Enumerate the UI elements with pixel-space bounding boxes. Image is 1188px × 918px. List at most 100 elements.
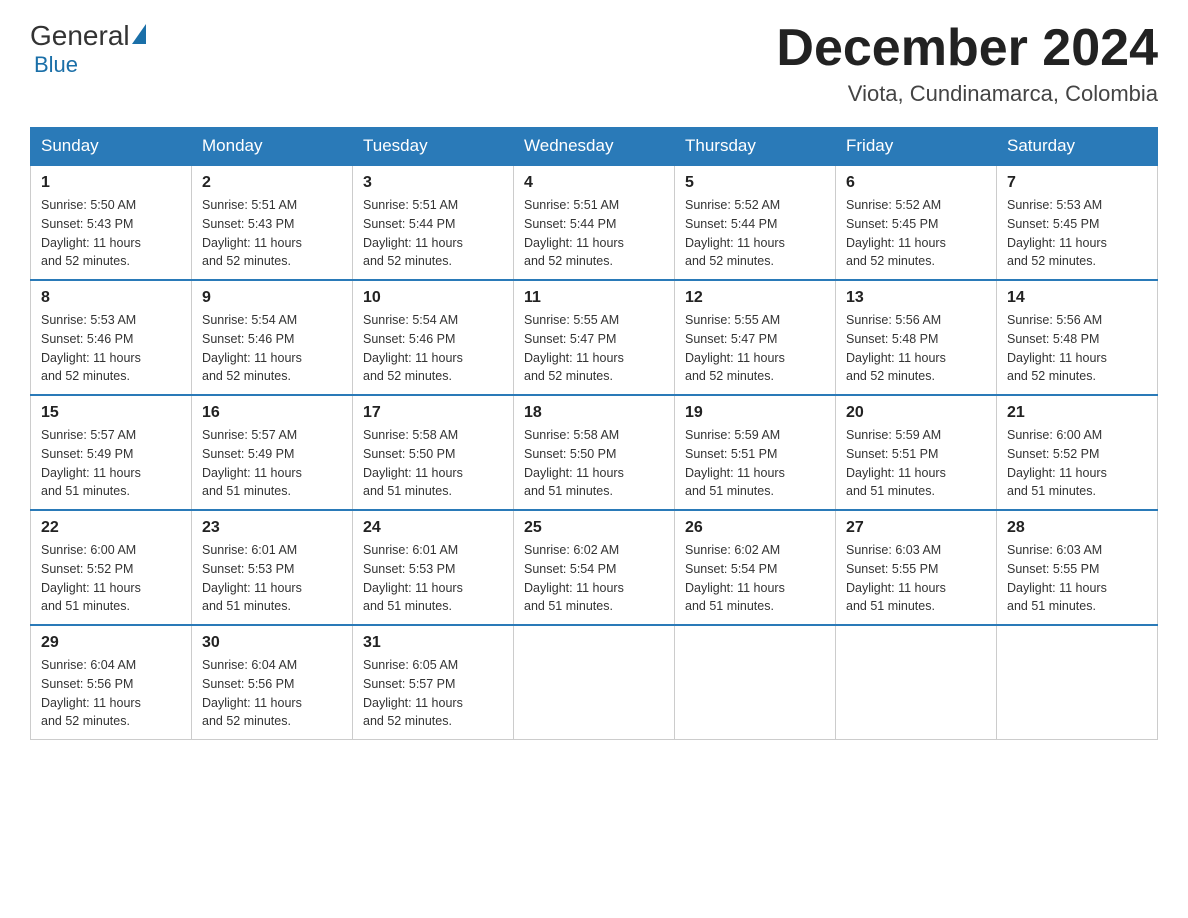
- page-header: General Blue December 2024 Viota, Cundin…: [30, 20, 1158, 107]
- column-header-tuesday: Tuesday: [353, 128, 514, 166]
- day-info: Sunrise: 6:01 AM Sunset: 5:53 PM Dayligh…: [363, 541, 503, 616]
- calendar-cell: [836, 625, 997, 740]
- day-info: Sunrise: 5:56 AM Sunset: 5:48 PM Dayligh…: [846, 311, 986, 386]
- calendar-week-row: 8 Sunrise: 5:53 AM Sunset: 5:46 PM Dayli…: [31, 280, 1158, 395]
- day-info: Sunrise: 5:54 AM Sunset: 5:46 PM Dayligh…: [202, 311, 342, 386]
- day-info: Sunrise: 5:58 AM Sunset: 5:50 PM Dayligh…: [524, 426, 664, 501]
- day-number: 22: [41, 519, 181, 537]
- day-number: 15: [41, 404, 181, 422]
- calendar-cell: 7 Sunrise: 5:53 AM Sunset: 5:45 PM Dayli…: [997, 165, 1158, 280]
- day-number: 18: [524, 404, 664, 422]
- day-number: 16: [202, 404, 342, 422]
- day-info: Sunrise: 5:56 AM Sunset: 5:48 PM Dayligh…: [1007, 311, 1147, 386]
- calendar-cell: 11 Sunrise: 5:55 AM Sunset: 5:47 PM Dayl…: [514, 280, 675, 395]
- day-number: 3: [363, 174, 503, 192]
- location: Viota, Cundinamarca, Colombia: [776, 81, 1158, 107]
- calendar-cell: 6 Sunrise: 5:52 AM Sunset: 5:45 PM Dayli…: [836, 165, 997, 280]
- column-header-thursday: Thursday: [675, 128, 836, 166]
- day-number: 20: [846, 404, 986, 422]
- day-number: 28: [1007, 519, 1147, 537]
- calendar-week-row: 29 Sunrise: 6:04 AM Sunset: 5:56 PM Dayl…: [31, 625, 1158, 740]
- day-number: 17: [363, 404, 503, 422]
- day-info: Sunrise: 5:52 AM Sunset: 5:44 PM Dayligh…: [685, 196, 825, 271]
- calendar-cell: 2 Sunrise: 5:51 AM Sunset: 5:43 PM Dayli…: [192, 165, 353, 280]
- calendar-cell: 17 Sunrise: 5:58 AM Sunset: 5:50 PM Dayl…: [353, 395, 514, 510]
- calendar-cell: 3 Sunrise: 5:51 AM Sunset: 5:44 PM Dayli…: [353, 165, 514, 280]
- calendar-cell: 1 Sunrise: 5:50 AM Sunset: 5:43 PM Dayli…: [31, 165, 192, 280]
- day-info: Sunrise: 5:50 AM Sunset: 5:43 PM Dayligh…: [41, 196, 181, 271]
- column-header-sunday: Sunday: [31, 128, 192, 166]
- calendar-cell: 22 Sunrise: 6:00 AM Sunset: 5:52 PM Dayl…: [31, 510, 192, 625]
- calendar-cell: 9 Sunrise: 5:54 AM Sunset: 5:46 PM Dayli…: [192, 280, 353, 395]
- calendar-cell: [514, 625, 675, 740]
- day-info: Sunrise: 5:59 AM Sunset: 5:51 PM Dayligh…: [685, 426, 825, 501]
- calendar-cell: 20 Sunrise: 5:59 AM Sunset: 5:51 PM Dayl…: [836, 395, 997, 510]
- logo: General Blue: [30, 20, 148, 78]
- calendar-cell: [675, 625, 836, 740]
- day-info: Sunrise: 6:04 AM Sunset: 5:56 PM Dayligh…: [202, 656, 342, 731]
- day-number: 6: [846, 174, 986, 192]
- column-header-monday: Monday: [192, 128, 353, 166]
- day-number: 24: [363, 519, 503, 537]
- calendar-cell: 14 Sunrise: 5:56 AM Sunset: 5:48 PM Dayl…: [997, 280, 1158, 395]
- calendar-cell: 4 Sunrise: 5:51 AM Sunset: 5:44 PM Dayli…: [514, 165, 675, 280]
- calendar-cell: 5 Sunrise: 5:52 AM Sunset: 5:44 PM Dayli…: [675, 165, 836, 280]
- day-number: 8: [41, 289, 181, 307]
- column-header-saturday: Saturday: [997, 128, 1158, 166]
- day-info: Sunrise: 6:01 AM Sunset: 5:53 PM Dayligh…: [202, 541, 342, 616]
- calendar-cell: 15 Sunrise: 5:57 AM Sunset: 5:49 PM Dayl…: [31, 395, 192, 510]
- day-info: Sunrise: 6:04 AM Sunset: 5:56 PM Dayligh…: [41, 656, 181, 731]
- calendar-week-row: 22 Sunrise: 6:00 AM Sunset: 5:52 PM Dayl…: [31, 510, 1158, 625]
- column-header-friday: Friday: [836, 128, 997, 166]
- logo-general: General: [30, 20, 130, 52]
- day-number: 31: [363, 634, 503, 652]
- calendar-cell: [997, 625, 1158, 740]
- calendar-week-row: 15 Sunrise: 5:57 AM Sunset: 5:49 PM Dayl…: [31, 395, 1158, 510]
- day-number: 13: [846, 289, 986, 307]
- logo-blue: Blue: [34, 52, 78, 77]
- day-number: 12: [685, 289, 825, 307]
- day-number: 30: [202, 634, 342, 652]
- calendar-cell: 16 Sunrise: 5:57 AM Sunset: 5:49 PM Dayl…: [192, 395, 353, 510]
- day-info: Sunrise: 6:05 AM Sunset: 5:57 PM Dayligh…: [363, 656, 503, 731]
- day-info: Sunrise: 6:03 AM Sunset: 5:55 PM Dayligh…: [846, 541, 986, 616]
- calendar-cell: 21 Sunrise: 6:00 AM Sunset: 5:52 PM Dayl…: [997, 395, 1158, 510]
- calendar-cell: 29 Sunrise: 6:04 AM Sunset: 5:56 PM Dayl…: [31, 625, 192, 740]
- day-info: Sunrise: 6:00 AM Sunset: 5:52 PM Dayligh…: [1007, 426, 1147, 501]
- day-info: Sunrise: 5:57 AM Sunset: 5:49 PM Dayligh…: [202, 426, 342, 501]
- calendar-cell: 8 Sunrise: 5:53 AM Sunset: 5:46 PM Dayli…: [31, 280, 192, 395]
- calendar-table: SundayMondayTuesdayWednesdayThursdayFrid…: [30, 127, 1158, 740]
- logo-text: General: [30, 20, 148, 52]
- day-number: 19: [685, 404, 825, 422]
- day-info: Sunrise: 5:55 AM Sunset: 5:47 PM Dayligh…: [524, 311, 664, 386]
- day-number: 29: [41, 634, 181, 652]
- day-number: 2: [202, 174, 342, 192]
- day-number: 5: [685, 174, 825, 192]
- day-info: Sunrise: 5:55 AM Sunset: 5:47 PM Dayligh…: [685, 311, 825, 386]
- calendar-cell: 26 Sunrise: 6:02 AM Sunset: 5:54 PM Dayl…: [675, 510, 836, 625]
- month-title: December 2024: [776, 20, 1158, 77]
- day-info: Sunrise: 6:03 AM Sunset: 5:55 PM Dayligh…: [1007, 541, 1147, 616]
- day-info: Sunrise: 5:59 AM Sunset: 5:51 PM Dayligh…: [846, 426, 986, 501]
- day-info: Sunrise: 5:58 AM Sunset: 5:50 PM Dayligh…: [363, 426, 503, 501]
- calendar-week-row: 1 Sunrise: 5:50 AM Sunset: 5:43 PM Dayli…: [31, 165, 1158, 280]
- calendar-cell: 18 Sunrise: 5:58 AM Sunset: 5:50 PM Dayl…: [514, 395, 675, 510]
- day-number: 26: [685, 519, 825, 537]
- column-header-wednesday: Wednesday: [514, 128, 675, 166]
- calendar-cell: 23 Sunrise: 6:01 AM Sunset: 5:53 PM Dayl…: [192, 510, 353, 625]
- day-number: 9: [202, 289, 342, 307]
- day-info: Sunrise: 5:51 AM Sunset: 5:43 PM Dayligh…: [202, 196, 342, 271]
- day-number: 10: [363, 289, 503, 307]
- day-number: 23: [202, 519, 342, 537]
- calendar-cell: 10 Sunrise: 5:54 AM Sunset: 5:46 PM Dayl…: [353, 280, 514, 395]
- day-info: Sunrise: 6:02 AM Sunset: 5:54 PM Dayligh…: [524, 541, 664, 616]
- calendar-cell: 24 Sunrise: 6:01 AM Sunset: 5:53 PM Dayl…: [353, 510, 514, 625]
- day-info: Sunrise: 5:54 AM Sunset: 5:46 PM Dayligh…: [363, 311, 503, 386]
- day-info: Sunrise: 5:53 AM Sunset: 5:46 PM Dayligh…: [41, 311, 181, 386]
- day-info: Sunrise: 5:53 AM Sunset: 5:45 PM Dayligh…: [1007, 196, 1147, 271]
- day-number: 1: [41, 174, 181, 192]
- day-info: Sunrise: 6:00 AM Sunset: 5:52 PM Dayligh…: [41, 541, 181, 616]
- calendar-cell: 12 Sunrise: 5:55 AM Sunset: 5:47 PM Dayl…: [675, 280, 836, 395]
- day-number: 25: [524, 519, 664, 537]
- day-number: 21: [1007, 404, 1147, 422]
